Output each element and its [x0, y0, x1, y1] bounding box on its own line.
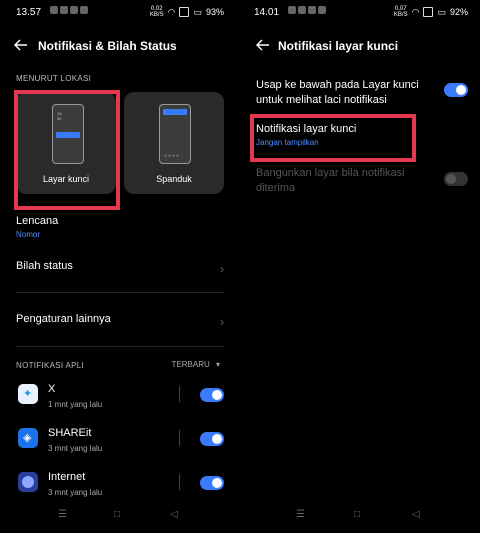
badges-title: Lencana	[16, 215, 59, 227]
status-right: 0.02 KB/S ◠ ▭ 93%	[150, 6, 224, 18]
dropdown-triangle-icon: ▾	[215, 360, 220, 369]
vertical-divider	[179, 474, 180, 490]
menu-nav-icon[interactable]: ☰	[58, 509, 67, 520]
network-speed: 0.02 KB/S	[149, 6, 164, 18]
section-apps: NOTIFIKASI APLI	[16, 361, 85, 370]
app-row-internet[interactable]: Internet 3 mnt yang lalu	[16, 470, 224, 510]
divider	[16, 346, 224, 347]
status-bar-label: Bilah status	[16, 260, 73, 272]
notification-icons	[50, 6, 88, 14]
x-app-icon: ✦	[18, 384, 38, 404]
navigation-bar: ☰ □ ◁	[244, 509, 480, 525]
row-wake-screen: Bangunkan layar bila notifikasi diterima	[256, 166, 436, 196]
left-screen: 13.57 0.02 KB/S ◠ ▭ 93% Notifikasi & Bil…	[0, 0, 236, 533]
row-more-settings[interactable]: Pengaturan lainnya ›	[16, 313, 224, 329]
app-toggle-internet[interactable]	[200, 476, 224, 490]
home-nav-icon[interactable]: □	[114, 509, 120, 520]
toggle-swipe-drawer[interactable]	[444, 83, 468, 97]
status-right: 0.07 KB/S ◠ ▭ 92%	[394, 6, 468, 18]
app-sub: 3 mnt yang lalu	[48, 444, 103, 453]
notification-icons	[288, 6, 326, 14]
status-time: 13.57	[16, 7, 42, 18]
home-nav-icon[interactable]: □	[354, 509, 360, 520]
battery-icon: ▭	[193, 6, 202, 17]
status-time: 14.01	[254, 7, 280, 18]
row-swipe-drawer[interactable]: Usap ke bawah pada Layar kunci untuk mel…	[256, 78, 436, 108]
card-banner[interactable]: ●●●● Spanduk	[124, 92, 224, 194]
back-nav-icon[interactable]: ◁	[170, 509, 178, 520]
header: Notifikasi & Bilah Status	[0, 34, 236, 58]
page-title: Notifikasi & Bilah Status	[38, 39, 177, 53]
app-name: Internet	[48, 471, 86, 483]
row-status-bar[interactable]: Bilah status ›	[16, 260, 224, 276]
app-sub: 1 mnt yang lalu	[48, 400, 103, 409]
wifi-icon: ◠	[411, 6, 420, 17]
status-bar: 13.57 0.02 KB/S ◠ ▭ 93%	[0, 0, 236, 24]
status-bar: 14.01 0.07 KB/S ◠ ▭ 92%	[244, 0, 480, 24]
toggle-wake-screen	[444, 172, 468, 186]
right-screen: 14.01 0.07 KB/S ◠ ▭ 92% Notifikasi layar…	[244, 0, 480, 533]
chevron-right-icon: ›	[220, 262, 224, 276]
highlight-box	[14, 90, 120, 210]
navigation-bar: ☰ □ ◁	[0, 509, 236, 525]
highlight-box	[250, 114, 416, 162]
shareit-app-icon: ◈	[18, 428, 38, 448]
section-location: MENURUT LOKASI	[16, 74, 92, 83]
page-title: Notifikasi layar kunci	[278, 39, 399, 53]
back-nav-icon[interactable]: ◁	[412, 509, 420, 520]
sort-label: TERBARU	[171, 360, 210, 369]
badges-sub: Nomor	[16, 230, 41, 239]
more-settings-label: Pengaturan lainnya	[16, 313, 111, 325]
signal-icon	[179, 7, 190, 17]
app-toggle-x[interactable]	[200, 388, 224, 402]
divider	[16, 292, 224, 293]
internet-app-icon	[18, 472, 38, 492]
app-sub: 3 mnt yang lalu	[48, 488, 103, 497]
menu-nav-icon[interactable]: ☰	[296, 509, 305, 520]
back-arrow-icon[interactable]	[14, 38, 28, 52]
network-speed: 0.07 KB/S	[393, 6, 408, 18]
phone-preview: ●●●●	[159, 104, 191, 164]
vertical-divider	[179, 386, 180, 402]
app-row-x[interactable]: ✦ X 1 mnt yang lalu	[16, 382, 224, 422]
row-badges[interactable]: Lencana Nomor	[16, 215, 224, 239]
vertical-divider	[179, 430, 180, 446]
app-toggle-shareit[interactable]	[200, 432, 224, 446]
battery-level: 93%	[205, 7, 224, 17]
sort-dropdown[interactable]: TERBARU ▾	[172, 360, 220, 369]
swipe-label: Usap ke bawah pada Layar kunci untuk mel…	[256, 79, 419, 106]
card-label-banner: Spanduk	[156, 174, 192, 184]
app-row-shareit[interactable]: ◈ SHAREit 3 mnt yang lalu	[16, 426, 224, 466]
battery-level: 92%	[449, 7, 468, 17]
back-arrow-icon[interactable]	[256, 38, 270, 52]
signal-icon	[423, 7, 434, 17]
battery-icon: ▭	[437, 6, 446, 17]
wake-label: Bangunkan layar bila notifikasi diterima	[256, 167, 405, 194]
header: Notifikasi layar kunci	[244, 34, 480, 58]
app-name: SHAREit	[48, 427, 92, 439]
app-name: X	[48, 383, 56, 395]
chevron-right-icon: ›	[220, 315, 224, 329]
wifi-icon: ◠	[167, 6, 176, 17]
